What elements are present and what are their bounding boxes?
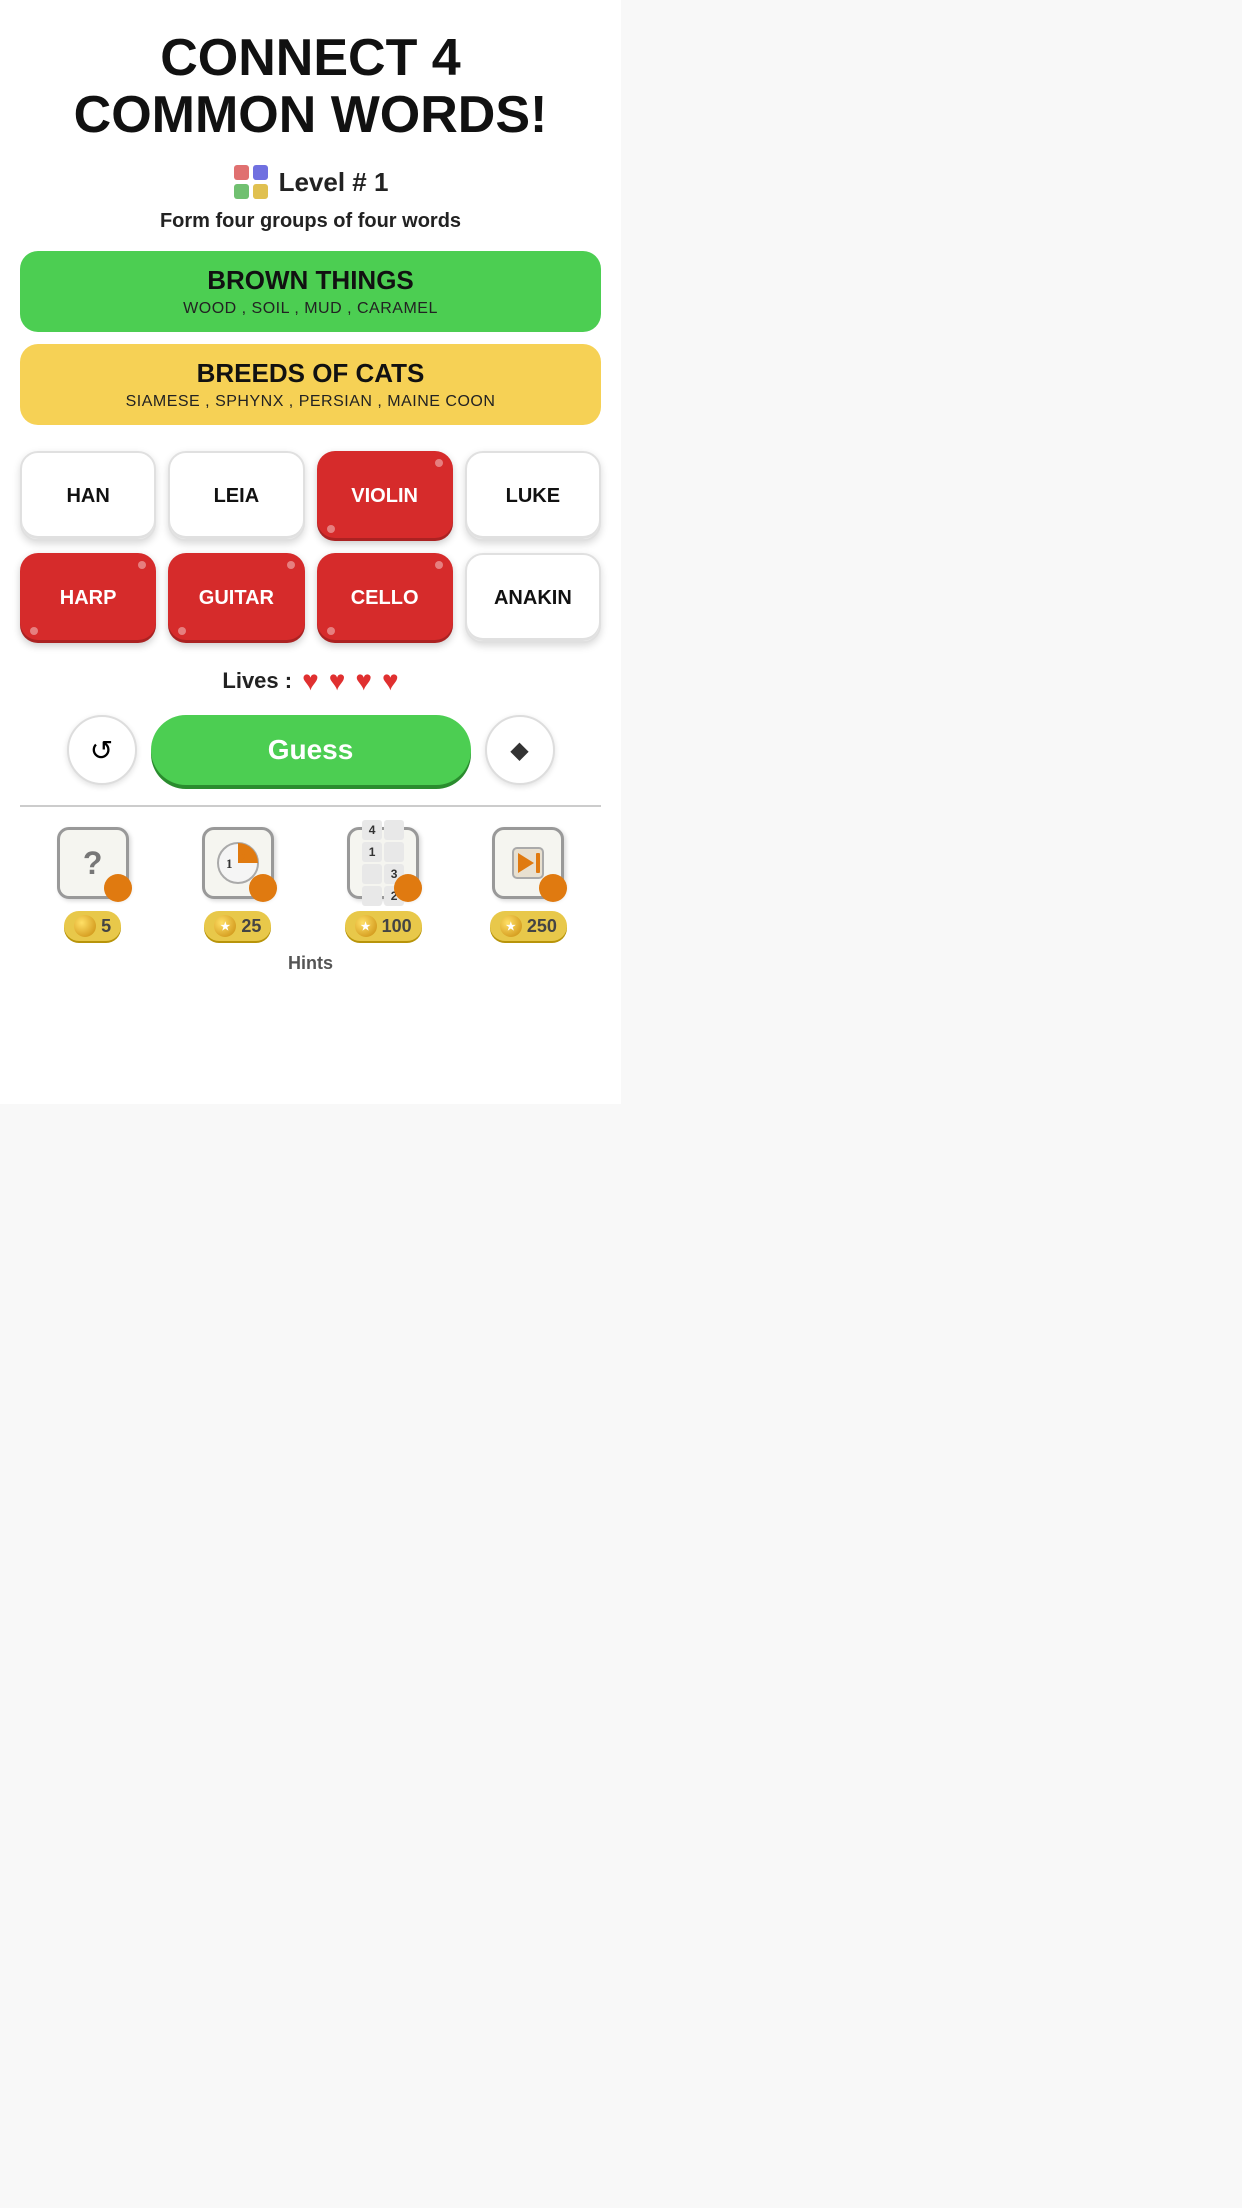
hint-reveal[interactable]: ? 5 — [53, 823, 133, 941]
erase-button[interactable]: ◆ — [485, 715, 555, 785]
level-subtitle: Form four groups of four words — [160, 210, 461, 233]
category-green-title: BROWN THINGS — [40, 265, 581, 296]
eraser-icon: ◆ — [510, 736, 528, 765]
word-grid: HAN LEIA VIOLIN LUKE HARP GUITAR CELLO A… — [20, 451, 601, 643]
hint-numbers-orange-badge — [394, 874, 422, 902]
hint-skip-cost-num: 250 — [527, 916, 557, 937]
hint-reveal-cost: 5 — [64, 911, 121, 941]
tile-violin[interactable]: VIOLIN — [317, 451, 453, 541]
category-yellow-title: BREEDS OF CATS — [40, 358, 581, 389]
tile-guitar[interactable]: GUITAR — [168, 553, 304, 643]
hint-shuffle-cost: ★ 25 — [204, 911, 271, 941]
hint-reveal-cost-num: 5 — [101, 916, 111, 937]
grid-icon — [233, 164, 269, 200]
category-yellow: BREEDS OF CATS SIAMESE , SPHYNX , PERSIA… — [20, 344, 601, 425]
tile-harp[interactable]: HARP — [20, 553, 156, 643]
svg-text:2: 2 — [241, 853, 246, 864]
hint-numbers[interactable]: 4 1 3 2 ★ — [343, 823, 423, 941]
lives-label: Lives : — [222, 668, 292, 694]
hint-numbers-cost: ★ 100 — [345, 911, 422, 941]
coin-icon-3: ★ — [355, 915, 377, 937]
hint-skip-card — [492, 827, 564, 899]
hints-section: ? 5 1 — [20, 805, 601, 974]
level-label: Level # 1 — [279, 167, 389, 198]
hint-skip-orange-badge — [539, 874, 567, 902]
heart-3: ♥ — [355, 665, 372, 697]
hint-skip-cost: ★ 250 — [490, 911, 567, 941]
hint-shuffle-orange-badge — [249, 874, 277, 902]
hint-reveal-orange-badge — [104, 874, 132, 902]
coin-icon-1 — [74, 915, 96, 937]
tile-anakin[interactable]: ANAKIN — [465, 553, 601, 643]
main-page: CONNECT 4 COMMON WORDS! Level # 1 Form f… — [0, 0, 621, 1104]
coin-icon-4: ★ — [500, 915, 522, 937]
shuffle-button[interactable]: ↺ — [67, 715, 137, 785]
guess-button[interactable]: Guess — [151, 715, 471, 785]
category-green: BROWN THINGS WOOD , SOIL , MUD , CARAMEL — [20, 251, 601, 332]
hint-skip[interactable]: ★ 250 — [488, 823, 568, 941]
hint-shuffle-card: 1 2 — [202, 827, 274, 899]
level-row: Level # 1 — [233, 164, 389, 200]
svg-text:1: 1 — [226, 856, 233, 871]
hint-shuffle-cost-num: 25 — [241, 916, 261, 937]
heart-4: ♥ — [382, 665, 399, 697]
question-icon: ? — [83, 845, 103, 882]
action-row: ↺ Guess ◆ — [20, 715, 601, 785]
heart-1: ♥ — [302, 665, 319, 697]
hint-skip-icon-wrap — [488, 823, 568, 903]
coin-icon-2: ★ — [214, 915, 236, 937]
tile-luke[interactable]: LUKE — [465, 451, 601, 541]
tile-leia[interactable]: LEIA — [168, 451, 304, 541]
category-yellow-words: SIAMESE , SPHYNX , PERSIAN , MAINE COON — [40, 393, 581, 411]
hint-reveal-card: ? — [57, 827, 129, 899]
page-title: CONNECT 4 COMMON WORDS! — [74, 30, 548, 144]
tile-cello[interactable]: CELLO — [317, 553, 453, 643]
hint-reveal-icon-wrap: ? — [53, 823, 133, 903]
tile-han[interactable]: HAN — [20, 451, 156, 541]
hint-shuffle-icon-wrap: 1 2 — [198, 823, 278, 903]
hint-shuffle-numbers[interactable]: 1 2 ★ 25 — [198, 823, 278, 941]
heart-2: ♥ — [329, 665, 346, 697]
hints-row: ? 5 1 — [20, 823, 601, 941]
hints-footer-label: Hints — [288, 953, 333, 974]
hint-numbers-cost-num: 100 — [382, 916, 412, 937]
lives-row: Lives : ♥ ♥ ♥ ♥ — [222, 665, 398, 697]
category-green-words: WOOD , SOIL , MUD , CARAMEL — [40, 300, 581, 318]
hint-numbers-card: 4 1 3 2 — [347, 827, 419, 899]
hint-numbers-icon-wrap: 4 1 3 2 — [343, 823, 423, 903]
